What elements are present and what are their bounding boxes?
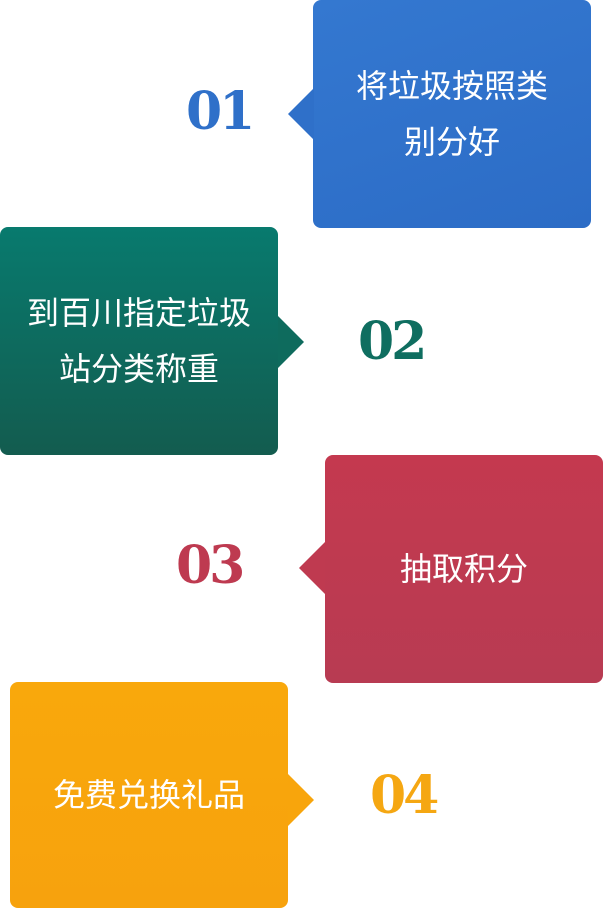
step-3-card: 抽取积分: [325, 455, 603, 683]
step-4-text: 免费兑换礼品: [52, 776, 245, 814]
step-1-card: 将垃圾按照类别分好: [313, 0, 591, 228]
step-4-pointer: [288, 774, 314, 826]
step-1-text: 将垃圾按照类别分好: [355, 67, 548, 161]
step-3-number: 03: [176, 535, 245, 596]
step-2-text: 到百川指定垃圾站分类称重: [26, 294, 251, 388]
step-3-pointer: [299, 542, 325, 594]
step-1-pointer: [288, 88, 314, 140]
step-2-card: 到百川指定垃圾站分类称重: [0, 227, 278, 455]
step-4-number: 04: [370, 765, 439, 826]
step-1-number: 01: [186, 81, 255, 142]
step-2-pointer: [278, 316, 304, 368]
step-2-number: 02: [358, 311, 427, 372]
step-4-card: 免费兑换礼品: [10, 682, 288, 908]
step-3-text: 抽取积分: [399, 550, 528, 588]
